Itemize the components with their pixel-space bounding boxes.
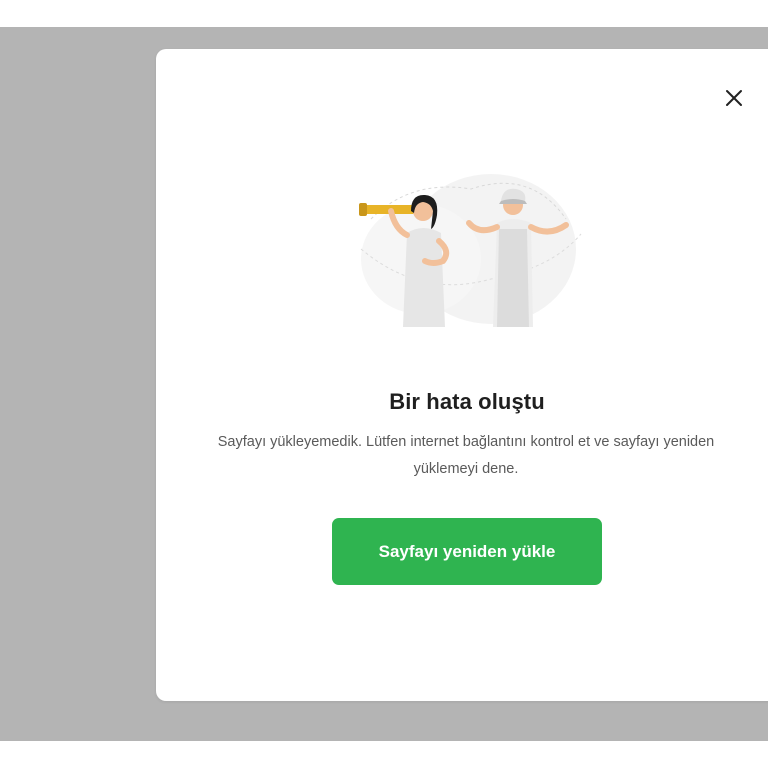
screen: Bir hata oluştu Sayfayı yükleyemedik. Lü…	[0, 0, 768, 768]
close-icon	[726, 90, 742, 106]
error-dialog: Bir hata oluştu Sayfayı yükleyemedik. Lü…	[156, 49, 768, 701]
dialog-message: Sayfayı yükleyemedik. Lütfen internet ba…	[217, 434, 715, 477]
close-button[interactable]	[722, 86, 746, 110]
error-illustration	[359, 174, 582, 327]
reload-page-button[interactable]: Sayfayı yeniden yükle	[332, 518, 602, 585]
dialog-title: Bir hata oluştu	[389, 389, 545, 414]
